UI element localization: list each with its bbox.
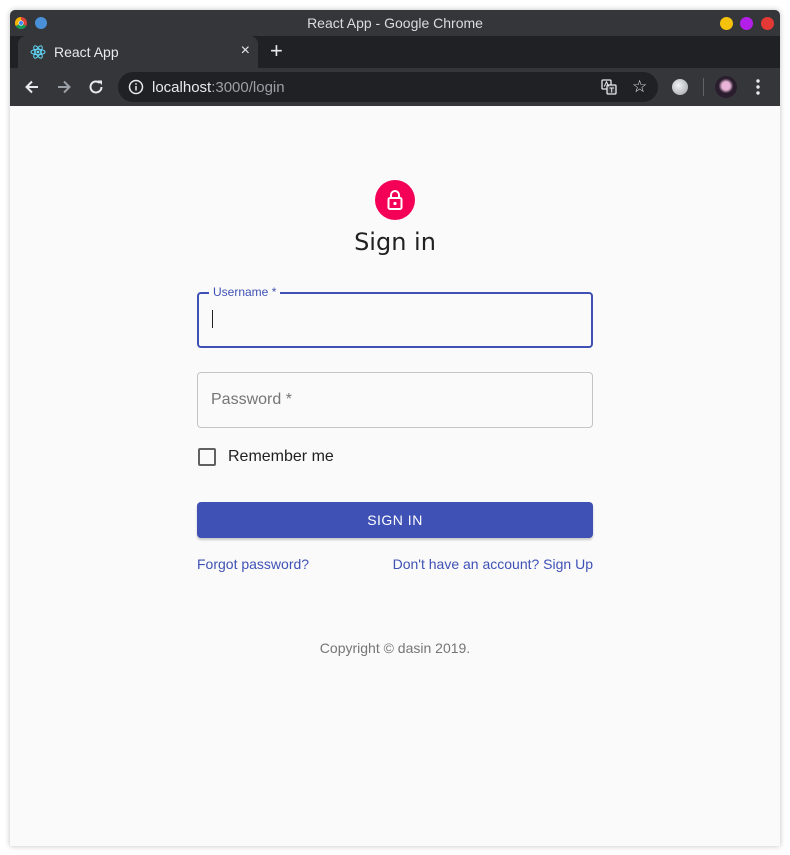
copyright-text: Copyright © dasin 2019. (319, 640, 471, 656)
remember-me-label[interactable]: Remember me (228, 448, 334, 466)
page-content: Sign in Username * Password * Remember m… (10, 106, 780, 846)
bookmark-star-icon[interactable]: ☆ (632, 78, 647, 96)
address-bar[interactable]: localhost:3000/login ☆ (118, 72, 658, 102)
url-path: :3000/login (211, 79, 285, 96)
extension-globe-icon[interactable] (672, 79, 688, 95)
minimize-button[interactable] (720, 17, 733, 30)
forgot-password-link[interactable]: Forgot password? (197, 556, 309, 572)
username-field[interactable]: Username * (197, 284, 593, 348)
tab-react-app[interactable]: React App × (18, 36, 258, 68)
react-icon (30, 45, 46, 59)
url-host: localhost (152, 79, 212, 96)
lock-icon (387, 190, 403, 210)
reload-icon[interactable] (86, 77, 106, 97)
remember-me-checkbox[interactable] (198, 448, 216, 466)
translate-icon[interactable] (601, 79, 617, 95)
browser-window: React App - Google Chrome React App × + (10, 10, 780, 846)
username-label: Username * (209, 284, 281, 300)
window-title: React App - Google Chrome (307, 15, 483, 31)
info-icon[interactable] (128, 79, 144, 95)
url-text: localhost:3000/login (152, 79, 285, 96)
password-field[interactable]: Password * (197, 372, 593, 428)
title-bar: React App - Google Chrome (10, 10, 780, 36)
sign-up-link[interactable]: Don't have an account? Sign Up (393, 556, 593, 572)
back-arrow-icon[interactable] (22, 77, 42, 97)
maximize-button[interactable] (740, 17, 753, 30)
kebab-menu-icon[interactable] (756, 78, 760, 96)
tab-close-icon[interactable]: × (241, 42, 250, 60)
sign-in-button[interactable]: SIGN IN (197, 502, 593, 538)
browser-toolbar: localhost:3000/login ☆ (10, 68, 780, 106)
close-window-button[interactable] (761, 17, 774, 30)
password-placeholder: Password * (211, 391, 292, 408)
tab-strip: React App × + (10, 36, 780, 68)
profile-avatar[interactable] (715, 76, 737, 98)
new-tab-button[interactable]: + (270, 39, 283, 63)
forward-arrow-icon[interactable] (54, 77, 74, 97)
text-cursor (212, 310, 213, 328)
toolbar-divider (703, 78, 704, 96)
lock-avatar (375, 180, 415, 220)
tab-title: React App (54, 44, 119, 60)
page-title: Sign in (354, 228, 436, 256)
